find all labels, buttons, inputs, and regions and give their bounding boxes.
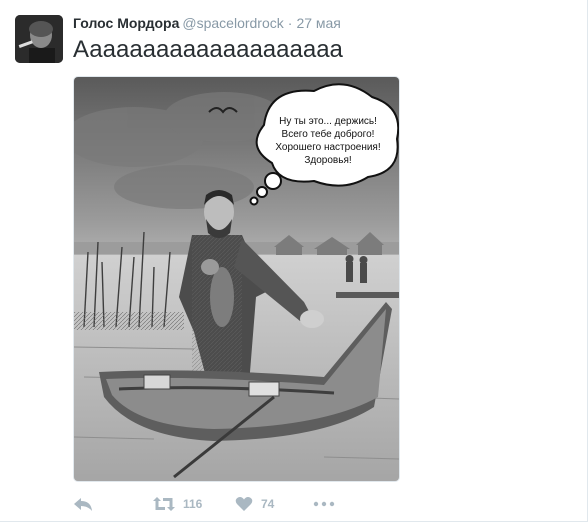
heart-icon xyxy=(235,497,253,511)
speech-line-3: Хорошего настроения! xyxy=(275,142,380,153)
reply-button[interactable] xyxy=(73,494,93,514)
tweet-text: Аааааааааааааааааааа xyxy=(73,36,343,63)
timestamp[interactable]: 27 мая xyxy=(296,15,340,31)
tweet-header: Голос Мордора @spacelordrock · 27 мая xyxy=(73,14,341,32)
retweet-icon xyxy=(153,497,175,511)
like-button[interactable]: 74 xyxy=(235,494,274,514)
separator: · xyxy=(287,15,293,31)
author-handle[interactable]: @spacelordrock xyxy=(182,15,283,31)
more-icon xyxy=(313,501,335,507)
tweet-actions: 116 74 xyxy=(73,494,373,514)
tweet: Голос Мордора @spacelordrock · 27 мая Ааааа… xyxy=(0,0,588,522)
retweet-count: 116 xyxy=(183,497,203,511)
retweet-button[interactable]: 116 xyxy=(153,494,202,514)
reply-icon xyxy=(74,498,92,511)
speech-line-1: Ну ты это... держись! xyxy=(279,116,377,127)
author-name[interactable]: Голос Мордора xyxy=(73,15,179,31)
tweet-image[interactable]: Ну ты это... держись! Всего тебе доброго… xyxy=(73,76,400,482)
avatar[interactable] xyxy=(15,15,63,63)
more-button[interactable] xyxy=(313,494,335,514)
speech-line-4: Здоровья! xyxy=(304,155,351,166)
like-count: 74 xyxy=(261,497,275,511)
speech-line-2: Всего тебе доброго! xyxy=(282,128,375,140)
